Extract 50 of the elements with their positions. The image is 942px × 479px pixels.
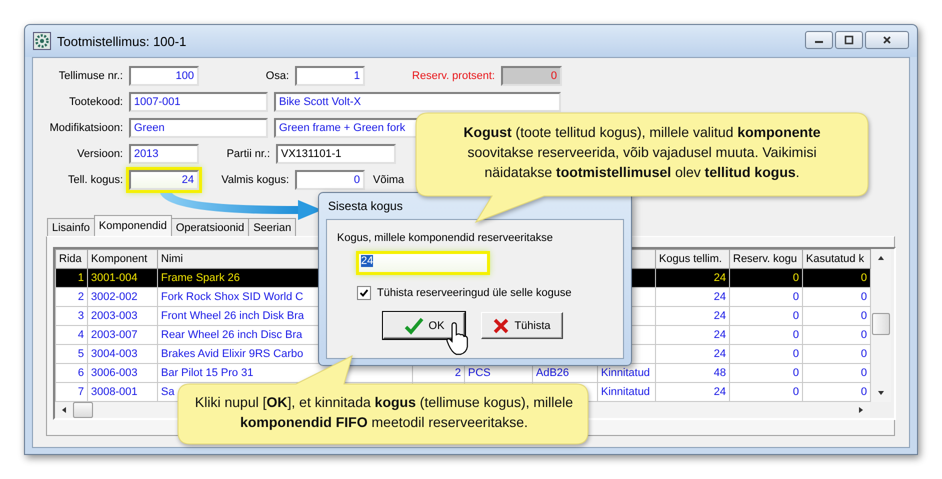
- field-label: Tell. kogus:: [66, 174, 123, 186]
- table-cell: 0: [730, 344, 802, 364]
- table-cell: 0: [802, 364, 870, 382]
- field-label: Valmis kogus:: [220, 174, 289, 186]
- table-cell: 0: [802, 344, 870, 364]
- table-cell: 2: [56, 288, 88, 306]
- table-cell: 0: [802, 268, 870, 288]
- table-cell: Kinnitatud: [598, 382, 656, 402]
- table-cell: 48: [656, 364, 730, 382]
- table-cell: 0: [730, 288, 802, 306]
- table-cell: 24: [656, 268, 730, 288]
- table-cell: 0: [802, 326, 870, 344]
- table-cell: 0: [730, 306, 802, 326]
- table-cell: 3: [56, 306, 88, 326]
- callout-text: Kogust (toote tellitud kogus), millele valitud komponente soovitakse reserveerida, võib vajadusel muuta. Vaikimisi näidatakse tootmistellimusel olev tellitud kogus.: [462, 123, 822, 182]
- table-cell: 0: [802, 288, 870, 306]
- field-label: Versioon:: [76, 148, 123, 160]
- field-label: Tootekood:: [68, 96, 123, 108]
- table-cell: 3001-004: [88, 268, 158, 288]
- table-cell: 0: [730, 382, 802, 402]
- table-cell: 3002-002: [88, 288, 158, 306]
- table-cell: 24: [656, 288, 730, 306]
- table-cell: 24: [656, 326, 730, 344]
- table-cell: 0: [730, 268, 802, 288]
- table-cell: 5: [56, 344, 88, 364]
- table-cell: 1: [56, 268, 88, 288]
- field-label: Reserv. protsent:: [411, 70, 495, 82]
- field-label: Võima: [373, 174, 406, 186]
- dialog-title: Sisesta kogus: [327, 198, 404, 215]
- table-cell: 3006-003: [88, 364, 158, 382]
- table-cell: 2003-007: [88, 326, 158, 344]
- table-cell: 6: [56, 364, 88, 382]
- table-cell: 0: [730, 364, 802, 382]
- table-cell: 24: [656, 306, 730, 326]
- table-cell: 0: [730, 326, 802, 344]
- table-cell: 4: [56, 326, 88, 344]
- table-cell: 2003-003: [88, 306, 158, 326]
- field-label: Modifikatsioon:: [48, 122, 123, 134]
- table-cell: 7: [56, 382, 88, 402]
- field-label: Partii nr.:: [226, 148, 270, 160]
- prompt-label: Kogus, millele komponendid reserveeritakse: [337, 232, 553, 244]
- field-label: Tellimuse nr.:: [58, 70, 123, 82]
- table-cell: 24: [656, 344, 730, 364]
- table-cell: 24: [656, 382, 730, 402]
- field-label: Osa:: [264, 70, 289, 82]
- table-cell: 3004-003: [88, 344, 158, 364]
- table-cell: 3008-001: [88, 382, 158, 402]
- window-title: Tootmistellimus: 100-1: [57, 34, 186, 48]
- table-cell: 0: [802, 306, 870, 326]
- table-cell: 0: [802, 382, 870, 402]
